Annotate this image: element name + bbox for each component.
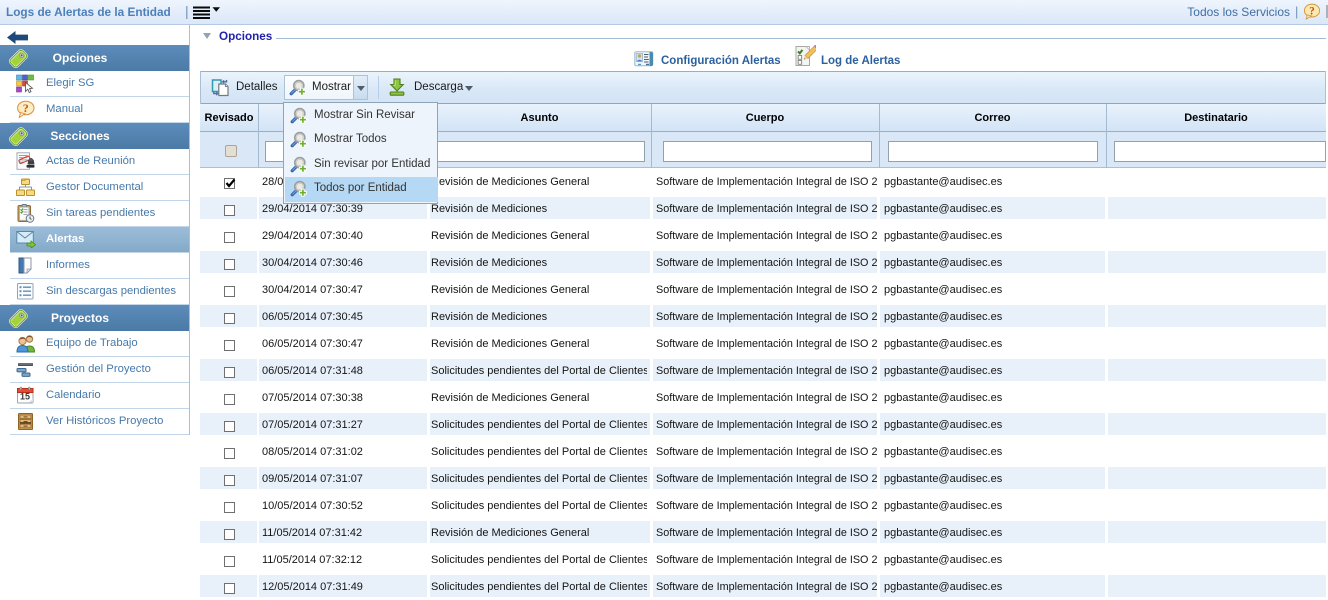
- svg-text:?: ?: [1309, 5, 1315, 17]
- svg-text:15: 15: [20, 392, 30, 402]
- svg-text:?: ?: [23, 101, 29, 115]
